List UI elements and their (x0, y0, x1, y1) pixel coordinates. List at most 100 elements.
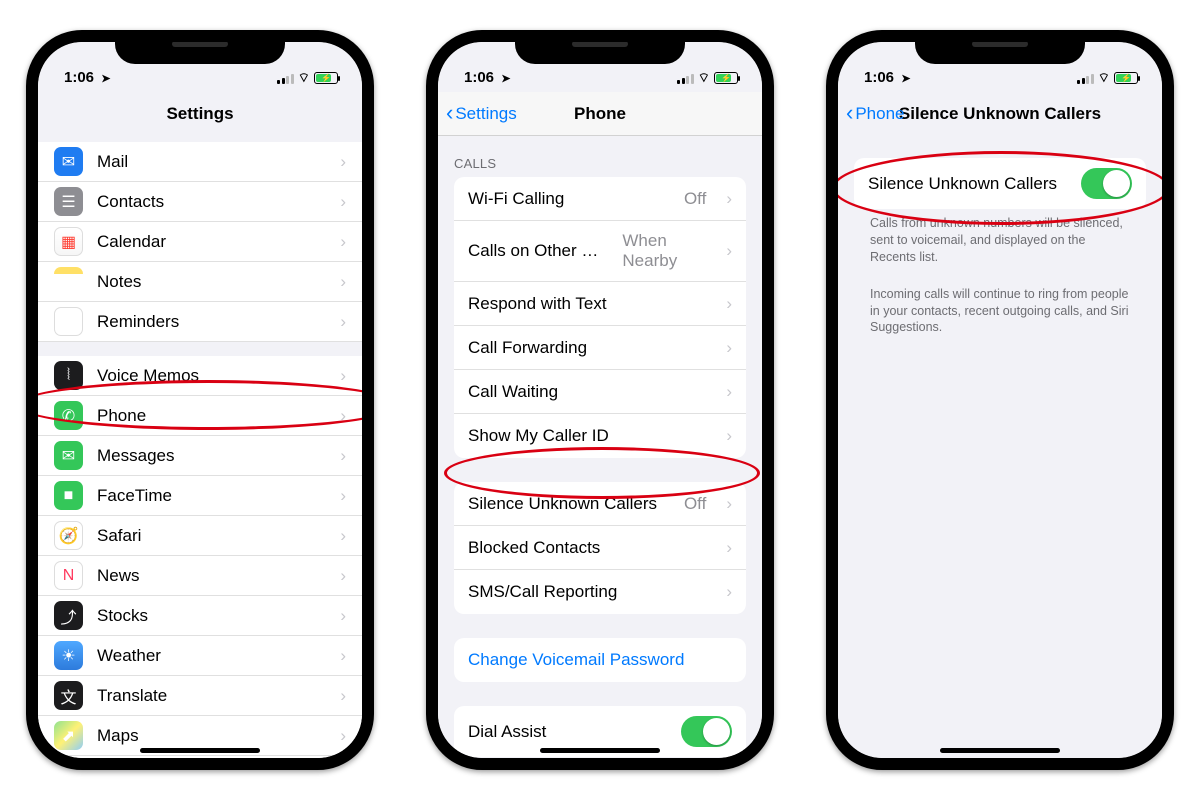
calls-row-call-forwarding[interactable]: Call Forwarding› (454, 326, 746, 370)
calls-row-wi-fi-calling[interactable]: Wi-Fi Calling Off › (454, 177, 746, 221)
calls-row-show-my-caller-id[interactable]: Show My Caller ID › (454, 414, 746, 458)
status-bar: 1:06 ➤ ⌔ ⚡ (38, 42, 362, 92)
settings-row-translate[interactable]: 文 Translate › (38, 676, 362, 716)
translate-icon: 文 (54, 681, 83, 710)
row-label: Calendar (97, 232, 320, 252)
voice-memos-icon: ⦚ (54, 361, 83, 390)
chevron-right-icon: › (340, 272, 346, 292)
row-blocked-contacts[interactable]: Blocked Contacts › (454, 526, 746, 570)
chevron-right-icon: › (726, 189, 732, 209)
battery-icon: ⚡ (314, 72, 338, 84)
home-indicator[interactable] (540, 748, 660, 753)
signal-icon (1077, 73, 1094, 84)
row-label: Voice Memos (97, 366, 320, 386)
chevron-right-icon: › (726, 294, 732, 314)
weather-icon: ☀︎ (54, 641, 83, 670)
settings-row-safari[interactable]: 🧭Safari› (38, 516, 362, 556)
toggle-on[interactable] (1081, 168, 1132, 199)
chevron-right-icon: › (726, 382, 732, 402)
page-title: Settings (166, 104, 233, 124)
settings-row-weather[interactable]: ☀︎Weather› (38, 636, 362, 676)
row-label: SMS/Call Reporting (468, 582, 706, 602)
row-label: Mail (97, 152, 320, 172)
silence-unknown-callers-row[interactable]: Silence Unknown Callers (854, 158, 1146, 209)
back-button[interactable]: ‹ Phone (846, 92, 905, 136)
settings-row-reminders[interactable]: ⦿Reminders› (38, 302, 362, 342)
signal-icon (277, 73, 294, 84)
mail-icon: ✉︎ (54, 147, 83, 176)
settings-row-facetime[interactable]: ■FaceTime› (38, 476, 362, 516)
row-label: Translate (97, 686, 320, 706)
row-label: Show My Caller ID (468, 426, 706, 446)
news-icon: N (54, 561, 83, 590)
voicemail-group: Change Voicemail Password (454, 638, 746, 682)
row-silence-unknown-callers[interactable]: Silence Unknown CallersOff› (454, 482, 746, 526)
settings-row-notes[interactable]: Notes › (38, 262, 362, 302)
back-button[interactable]: ‹ Settings (446, 92, 517, 135)
calls-row-calls-on-other-devices[interactable]: Calls on Other DevicesWhen Nearby› (454, 221, 746, 282)
nav-bar: ‹ Phone Silence Unknown Callers (838, 92, 1162, 136)
section-header-calls: CALLS (438, 136, 762, 177)
chevron-right-icon: › (340, 686, 346, 706)
chevron-right-icon: › (340, 232, 346, 252)
row-label: Stocks (97, 606, 320, 626)
wifi-icon: ⌔ (1098, 70, 1110, 86)
settings-row-calendar[interactable]: ▦Calendar› (38, 222, 362, 262)
row-label: Change Voicemail Password (468, 650, 732, 670)
silence-group: Silence Unknown CallersOff›Blocked Conta… (454, 482, 746, 614)
settings-row-messages[interactable]: ✉︎Messages› (38, 436, 362, 476)
settings-row-mail[interactable]: ✉︎ Mail › (38, 142, 362, 182)
row-label: Reminders (97, 312, 320, 332)
row-label: Wi-Fi Calling (468, 189, 670, 209)
footnote-2: Incoming calls will continue to ring fro… (854, 280, 1146, 337)
row-sms/call-reporting[interactable]: SMS/Call Reporting › (454, 570, 746, 614)
row-label: FaceTime (97, 486, 320, 506)
settings-row-voice-memos[interactable]: ⦚Voice Memos› (38, 356, 362, 396)
settings-row-contacts[interactable]: ☰Contacts› (38, 182, 362, 222)
row-label: Silence Unknown Callers (868, 174, 1067, 194)
settings-row-stocks[interactable]: ⤴︎Stocks› (38, 596, 362, 636)
chevron-right-icon: › (340, 406, 346, 426)
chevron-right-icon: › (726, 538, 732, 558)
change-voicemail-password[interactable]: Change Voicemail Password (454, 638, 746, 682)
safari-icon: 🧭 (54, 521, 83, 550)
home-indicator[interactable] (940, 748, 1060, 753)
status-time: 1:06 (464, 69, 494, 86)
messages-icon: ✉︎ (54, 441, 83, 470)
dial-assist-footnote: Dial assist automatically determines the… (454, 757, 746, 758)
chevron-right-icon: › (726, 426, 732, 446)
chevron-right-icon: › (340, 486, 346, 506)
calls-row-call-waiting[interactable]: Call Waiting› (454, 370, 746, 414)
contacts-icon: ☰ (54, 187, 83, 216)
chevron-right-icon: › (340, 606, 346, 626)
settings-row-news[interactable]: NNews› (38, 556, 362, 596)
settings-row-compass[interactable]: ✦Compass› (38, 756, 362, 758)
home-indicator[interactable] (140, 748, 260, 753)
silence-group: Silence Unknown Callers (854, 158, 1146, 209)
status-bar: 1:06 ➤ ⌔ ⚡ (838, 42, 1162, 92)
toggle-on[interactable] (681, 716, 732, 747)
row-value: Off (684, 494, 706, 514)
calls-row-respond-with-text[interactable]: Respond with Text › (454, 282, 746, 326)
row-value: Off (684, 189, 706, 209)
chevron-right-icon: › (340, 726, 346, 746)
chevron-right-icon: › (726, 338, 732, 358)
row-label: Respond with Text (468, 294, 706, 314)
back-label: Phone (855, 104, 904, 124)
row-label: Blocked Contacts (468, 538, 706, 558)
footnote-1: Calls from unknown numbers will be silen… (854, 209, 1146, 266)
chevron-right-icon: › (726, 582, 732, 602)
row-label: News (97, 566, 320, 586)
back-label: Settings (455, 104, 516, 124)
notes-icon (54, 267, 83, 296)
page-title: Phone (574, 104, 626, 124)
nav-bar: ‹ Settings Phone (438, 92, 762, 136)
row-label: Notes (97, 272, 320, 292)
chevron-right-icon: › (340, 152, 346, 172)
row-label: Calls on Other Devices (468, 241, 608, 261)
reminders-icon: ⦿ (54, 307, 83, 336)
row-label: Maps (97, 726, 320, 746)
settings-row-phone[interactable]: ✆Phone› (38, 396, 362, 436)
maps-icon: ⬈ (54, 721, 83, 750)
chevron-right-icon: › (340, 646, 346, 666)
